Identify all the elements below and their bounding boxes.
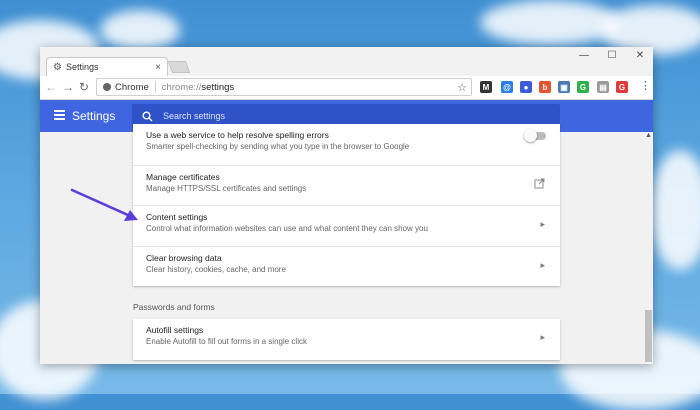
passwords-card: Autofill settings Enable Autofill to fil… [133,319,560,360]
red-g-ext-icon[interactable]: G [616,81,628,93]
url-path: settings [201,81,235,93]
spelling-toggle[interactable] [524,129,546,142]
site-label: Chrome [115,81,149,93]
row-title: Autofill settings [146,325,204,335]
cloud [480,0,620,45]
bookmark-star-icon[interactable]: ☆ [457,81,467,94]
tab-title: Settings [65,62,99,72]
cloud [100,10,180,50]
red-ext-icon[interactable]: b [539,81,551,93]
tab-ext-icon[interactable]: ▣ [558,81,570,93]
gray-ext-icon[interactable]: ▤ [597,81,609,93]
page-title: Settings [72,109,116,123]
annotation-arrow-icon [70,188,138,221]
list-item-certificates[interactable]: Manage certificates Manage HTTPS/SSL cer… [133,164,560,206]
settings-content: Use a web service to help resolve spelli… [40,124,653,364]
close-window-button[interactable]: ✕ [629,50,651,61]
chevron-right-icon: ▸ [540,259,545,270]
q-ext-icon[interactable]: @ [501,81,513,93]
browser-toolbar: ← → ↻ Chrome chrome:// settings ☆ M @ ● b ▣ G… [40,76,653,100]
hamburger-menu-icon[interactable] [54,110,65,120]
url-scheme: chrome:// [161,81,202,93]
back-icon[interactable]: ← [45,80,57,94]
row-subtitle: Clear history, cookies, cache, and more [146,264,286,274]
privacy-card: Use a web service to help resolve spelli… [133,124,560,286]
row-subtitle: Smarter spell-checking by sending what y… [146,142,410,151]
list-item-spelling[interactable]: Use a web service to help resolve spelli… [133,124,560,165]
section-title-passwords: Passwords and forms [133,302,215,312]
row-title: Content settings [146,212,208,222]
search-placeholder: Search settings [163,111,226,121]
scrollbar-thumb[interactable] [645,310,652,362]
row-title: Clear browsing data [146,252,222,263]
chevron-right-icon: ▸ [540,219,545,229]
minimize-button[interactable]: — [573,50,595,61]
address-bar[interactable]: Chrome chrome:// settings ☆ [96,78,472,96]
tab-strip: ⚙ Settings × — ☐ ✕ [40,47,653,76]
chrome-icon [103,83,111,91]
green-ext-icon[interactable]: G [577,81,589,93]
maximize-button[interactable]: ☐ [601,50,623,61]
chevron-right-icon: ▸ [540,332,545,342]
row-title: Use a web service to help resolve spelli… [146,130,329,140]
row-subtitle: Control what information websites can us… [146,224,428,233]
divider [154,81,156,93]
list-item-clear-browsing-data[interactable]: Clear browsing data Clear history, cooki… [133,245,560,287]
menu-icon[interactable]: ⋮ [640,79,651,92]
cloud [650,150,700,270]
forward-icon[interactable]: → [62,80,74,94]
close-tab-icon[interactable]: × [155,62,161,73]
gear-icon: ⚙ [53,61,62,73]
search-icon [142,111,153,121]
new-tab-button[interactable] [167,61,191,73]
blue-ext-icon[interactable]: ● [520,81,532,93]
scrollbar[interactable]: ▲ [644,132,653,364]
reload-icon[interactable]: ↻ [79,80,89,94]
site-chip[interactable]: Chrome [103,82,149,93]
m-ext-icon[interactable]: M [480,81,492,93]
list-item-autofill[interactable]: Autofill settings Enable Autofill to fil… [133,319,560,360]
row-title: Manage certificates [146,171,220,182]
scroll-up-icon[interactable]: ▲ [645,132,652,139]
list-item-content-settings[interactable]: Content settings Control what informatio… [133,205,560,246]
row-subtitle: Manage HTTPS/SSL certificates and settin… [146,183,307,193]
tab-settings[interactable]: ⚙ Settings × [46,57,168,76]
external-link-icon[interactable] [534,178,545,189]
row-subtitle: Enable Autofill to fill out forms in a s… [146,337,307,346]
